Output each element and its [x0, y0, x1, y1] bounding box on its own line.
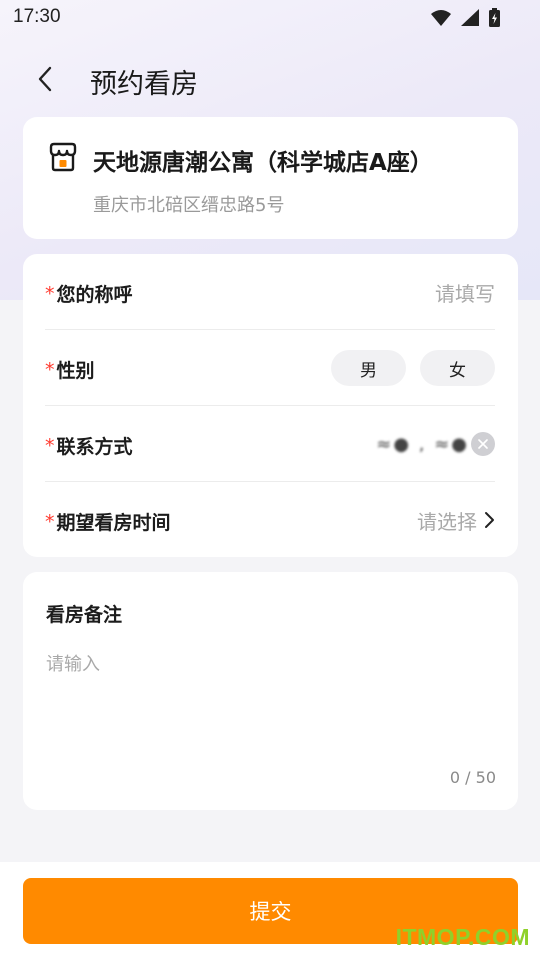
- navigation-bar: 预约看房: [0, 48, 540, 112]
- close-icon: [478, 439, 488, 449]
- status-icons: [431, 8, 500, 27]
- note-title: 看房备注: [46, 604, 123, 626]
- chevron-right-icon: [485, 512, 494, 528]
- name-row[interactable]: * 您的称呼 请填写: [45, 254, 495, 330]
- required-mark: *: [45, 434, 55, 457]
- booking-form: * 您的称呼 请填写 * 性别 男 女 * 联系方式 ≈● , ≈● * 期望看…: [23, 254, 518, 557]
- note-card: 看房备注 0 / 50: [23, 572, 518, 810]
- store-icon: [49, 142, 77, 172]
- signal-icon: [461, 9, 479, 26]
- back-button[interactable]: [28, 62, 62, 96]
- watermark-text: ITMOP.COM: [395, 924, 530, 950]
- name-label-text: 您的称呼: [56, 284, 133, 306]
- contact-label-text: 联系方式: [56, 436, 133, 458]
- gender-row: * 性别 男 女: [45, 330, 495, 406]
- contact-label: * 联系方式: [45, 432, 133, 459]
- required-mark: *: [45, 358, 55, 381]
- note-char-counter: 0 / 50: [449, 768, 496, 787]
- required-mark: *: [45, 510, 55, 533]
- required-mark: *: [45, 282, 55, 305]
- status-bar: 17:30: [0, 0, 540, 36]
- gender-female-button[interactable]: 女: [420, 350, 495, 386]
- visit-time-label-text: 期望看房时间: [56, 512, 171, 534]
- clear-button[interactable]: [471, 432, 495, 456]
- battery-icon: [489, 8, 500, 27]
- visit-time-select[interactable]: 请选择: [417, 506, 477, 535]
- page-title: 预约看房: [90, 69, 198, 100]
- gender-male-button[interactable]: 男: [331, 350, 406, 386]
- wifi-icon: [431, 9, 451, 26]
- contact-row: * 联系方式 ≈● , ≈●: [45, 406, 495, 482]
- contact-input[interactable]: ≈● , ≈●: [376, 434, 469, 455]
- gender-label: * 性别: [45, 356, 95, 383]
- store-name: 天地源唐潮公寓（科学城店A座）: [93, 150, 433, 176]
- name-label: * 您的称呼: [45, 280, 133, 307]
- status-time: 17:30: [13, 6, 61, 27]
- chevron-left-icon: [38, 66, 52, 92]
- store-address: 重庆市北碚区缙忠路5号: [93, 195, 285, 216]
- visit-time-label: * 期望看房时间: [45, 508, 171, 535]
- name-input[interactable]: 请填写: [435, 278, 495, 307]
- visit-time-row[interactable]: * 期望看房时间 请选择: [45, 482, 495, 558]
- note-input[interactable]: [46, 650, 496, 760]
- gender-label-text: 性别: [56, 360, 95, 382]
- store-card: 天地源唐潮公寓（科学城店A座） 重庆市北碚区缙忠路5号: [23, 117, 518, 239]
